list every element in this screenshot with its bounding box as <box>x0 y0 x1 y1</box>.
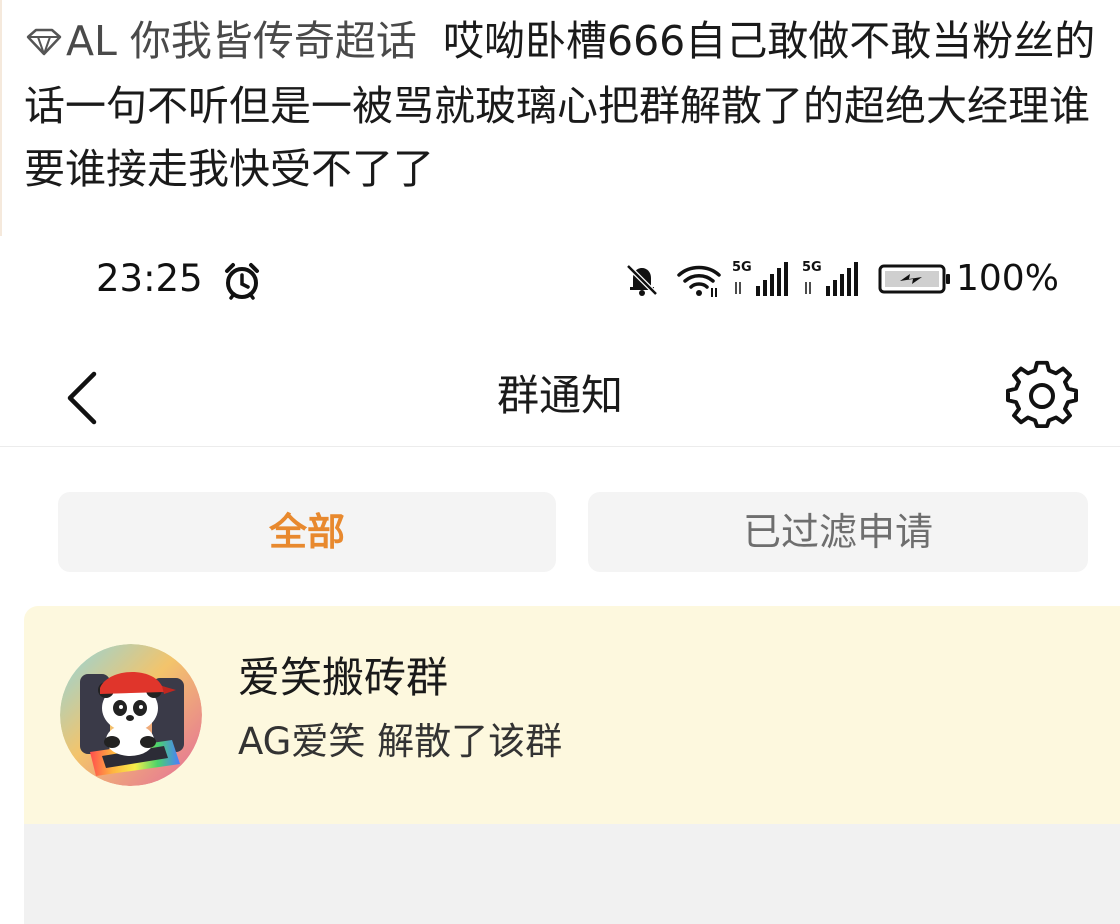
topic-link[interactable]: AL 你我皆传奇超话 <box>66 17 417 65</box>
wifi-icon <box>676 264 722 302</box>
group-name: 爱笑搬砖群 <box>238 653 449 702</box>
battery-icon <box>878 264 952 298</box>
mute-icon <box>624 262 660 302</box>
gear-icon <box>1006 360 1078 429</box>
notice-message: AG爱笑 解散了该群 <box>238 720 563 763</box>
signal-icon: 5G <box>802 260 862 300</box>
nav-bar: 群通知 <box>0 346 1120 447</box>
list-empty-area <box>24 824 1120 924</box>
phone-screenshot: 23:25 5G 5G 100% 群通知 全部 已过滤申请 爱笑搬砖群 AG爱笑… <box>0 236 1120 924</box>
page-title: 群通知 <box>496 371 623 420</box>
signal-icon: 5G <box>732 260 792 300</box>
page: AL 你我皆传奇超话 哎呦卧槽666自己敢做不敢当粉丝的话一句不听但是一被骂就玻… <box>0 0 1120 924</box>
diamond-icon[interactable] <box>24 12 64 75</box>
status-bar: 23:25 5G 5G 100% <box>0 254 1120 304</box>
avatar[interactable] <box>60 644 202 786</box>
battery-percentage: 100% <box>956 258 1059 299</box>
alarm-icon <box>222 262 262 304</box>
group-notice-card[interactable]: 爱笑搬砖群 AG爱笑 解散了该群 <box>24 606 1120 824</box>
tab-filtered-requests[interactable]: 已过滤申请 <box>588 492 1088 572</box>
settings-button[interactable] <box>1006 360 1078 432</box>
status-time: 23:25 <box>96 257 203 300</box>
post-caption: AL 你我皆传奇超话 哎呦卧槽666自己敢做不敢当粉丝的话一句不听但是一被骂就玻… <box>24 10 1114 201</box>
tab-all[interactable]: 全部 <box>58 492 556 572</box>
